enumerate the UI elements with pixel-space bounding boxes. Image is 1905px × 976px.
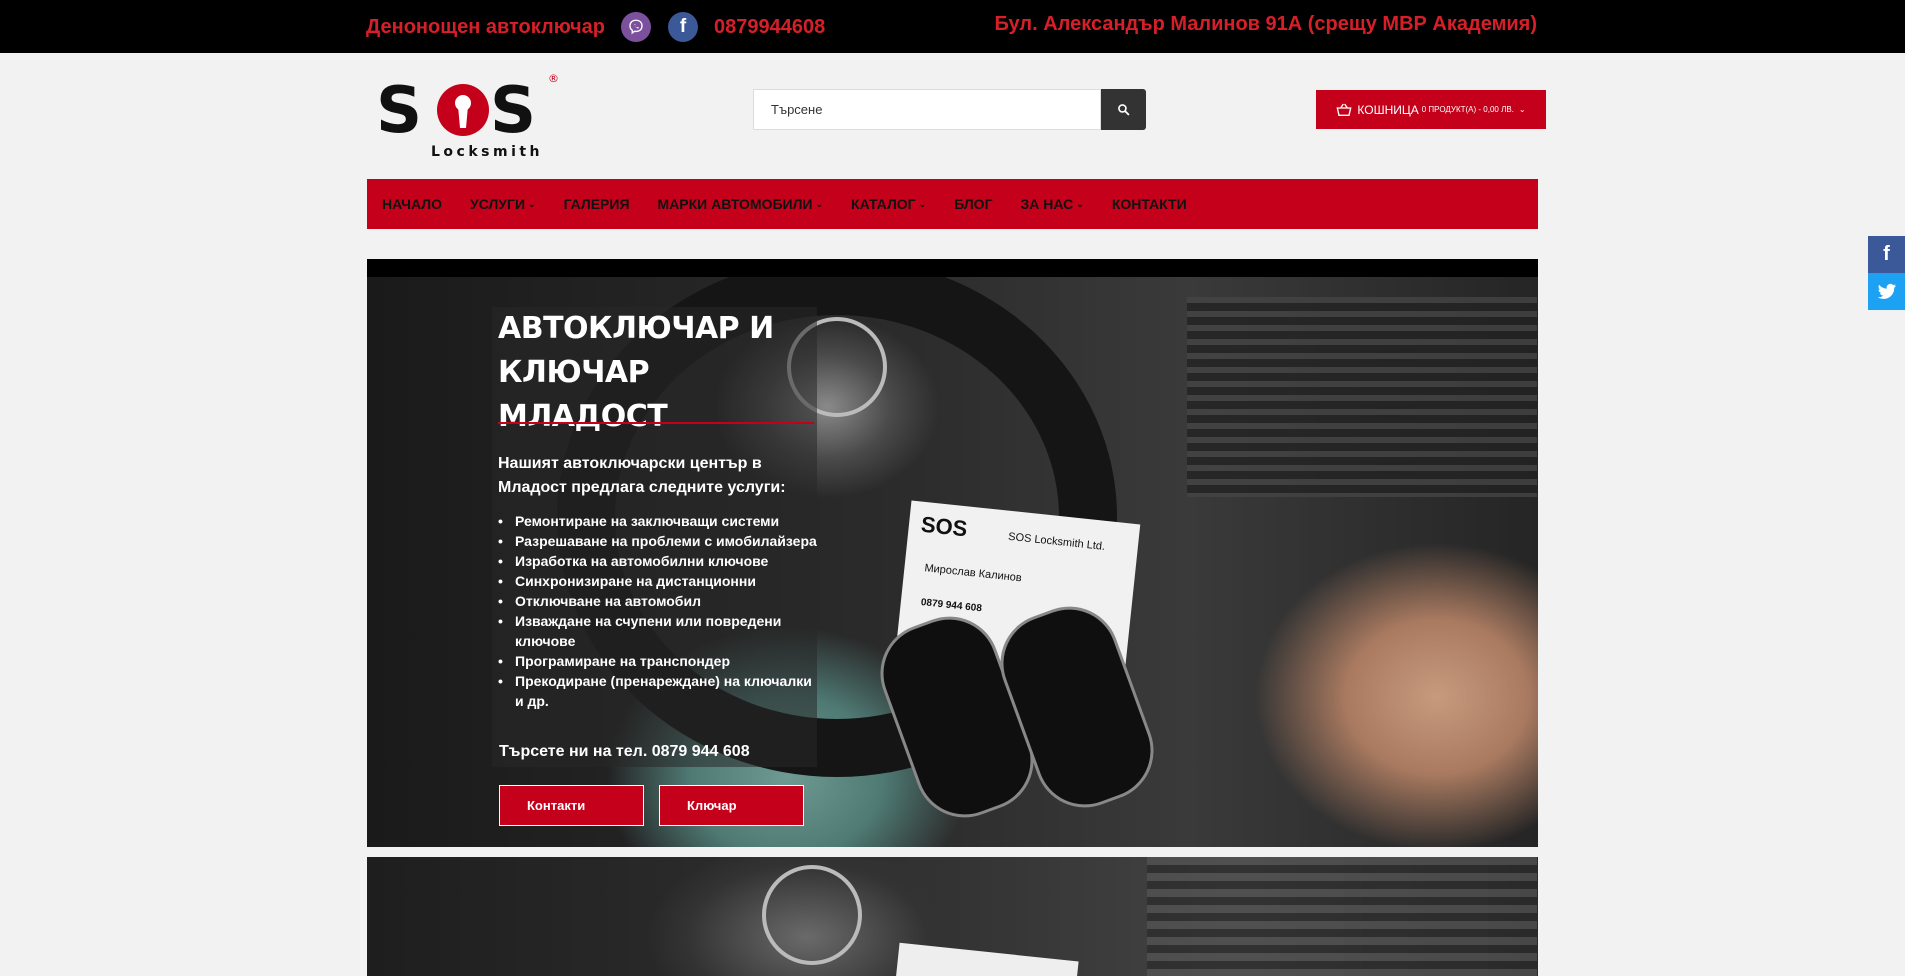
dashboard-image (1147, 857, 1537, 976)
list-item: Синхронизиране на дистанционни (498, 571, 818, 591)
mercedes-emblem-image (762, 865, 862, 965)
nav-item-label: НАЧАЛО (382, 196, 442, 212)
nav-item-label: ГАЛЕРИЯ (563, 196, 630, 212)
nav-item-gallery[interactable]: ГАЛЕРИЯ (564, 196, 630, 212)
hero-phone: Търсете ни на тел. 0879 944 608 (499, 743, 750, 760)
chevron-down-icon: ⌄ (1518, 105, 1526, 114)
nav-item-label: ЗА НАС (1020, 196, 1074, 212)
viber-icon[interactable] (620, 12, 651, 42)
list-item: Изваждане на счупени или повредени ключо… (498, 611, 818, 651)
nav-item-services[interactable]: УСЛУГИ ⌄ (470, 196, 536, 212)
hero-top-strip (367, 259, 1538, 278)
nav-item-label: МАРКИ АВТОМОБИЛИ (657, 196, 813, 212)
business-card-image (895, 942, 1079, 976)
card-phone: 0879 944 608 (920, 597, 983, 615)
list-item: Програмиране на транспондер (498, 651, 818, 671)
nav-item-car-brands[interactable]: МАРКИ АВТОМОБИЛИ ⌄ (658, 196, 824, 212)
top-bar-left: Денонощен автоключар f 0879944608 (366, 12, 825, 42)
svg-text:S: S (490, 74, 534, 148)
hero-slide-2 (367, 857, 1538, 976)
basket-icon (1336, 103, 1352, 116)
cart-label: КОШНИЦА (1357, 102, 1419, 117)
list-item: Изработка на автомобилни ключове (498, 551, 818, 571)
hero-title-line: АВТОКЛЮЧАР И (498, 311, 774, 346)
nav-item-label: БЛОГ (954, 196, 993, 212)
list-item: Прекодиране (пренареждане) на ключалки и… (498, 671, 818, 711)
nav-item-home[interactable]: НАЧАЛО (382, 196, 442, 212)
services-list: Ремонтиране на заключващи системи Разреш… (498, 511, 818, 711)
caret-down-icon: ⌄ (918, 198, 927, 209)
card-logo: SOS (919, 511, 969, 542)
caret-down-icon: ⌄ (1076, 198, 1084, 209)
hero-title: АВТОКЛЮЧАР И КЛЮЧАР МЛАДОСТ (498, 307, 828, 439)
top-bar-address: Бул. Александър Малинов 91А (срещу МВР А… (994, 13, 1537, 35)
facebook-share-icon[interactable]: f (1868, 236, 1905, 273)
top-bar-title: Денонощен автоключар (366, 15, 605, 38)
list-item: Ремонтиране на заключващи системи (498, 511, 818, 531)
nav-item-label: КОНТАКТИ (1111, 196, 1187, 212)
top-bar-phone[interactable]: 0879944608 (714, 16, 825, 39)
nav-item-contacts[interactable]: КОНТАКТИ (1112, 196, 1187, 212)
caret-down-icon: ⌄ (528, 198, 536, 209)
search-button[interactable] (1101, 89, 1146, 130)
list-item: Разрешаване на проблеми с имобилайзера (498, 531, 818, 551)
card-company: SOS Locksmith Ltd. (1007, 530, 1106, 553)
top-bar: Денонощен автоключар f 0879944608 Бул. А… (0, 0, 1905, 53)
site-logo[interactable]: S S ® Locksmith (368, 68, 568, 168)
main-nav: НАЧАЛО УСЛУГИ ⌄ ГАЛЕРИЯ МАРКИ АВТОМОБИЛИ ⌄… (367, 179, 1538, 229)
list-item: Отключване на автомобил (498, 591, 818, 611)
facebook-icon[interactable]: f (667, 12, 698, 42)
twitter-share-icon[interactable] (1868, 273, 1905, 310)
locksmith-button[interactable]: Ключар (659, 785, 804, 826)
nav-item-label: УСЛУГИ (470, 196, 526, 212)
search-icon (1118, 104, 1130, 116)
nav-item-catalog[interactable]: КАТАЛОГ ⌄ (851, 196, 926, 212)
registered-mark: ® (548, 72, 559, 85)
contacts-button[interactable]: Контакти (499, 785, 644, 826)
search-bar (753, 89, 1146, 130)
cart-button[interactable]: КОШНИЦА 0 ПРОДУКТ(А) - 0,00 ЛВ. ⌄ (1316, 90, 1546, 129)
hero-divider (498, 422, 814, 424)
nav-item-blog[interactable]: БЛОГ (954, 196, 992, 212)
card-person: Мирослав Калинов (923, 562, 1023, 585)
dashboard-image (1187, 297, 1537, 497)
logo-tagline: Locksmith (431, 144, 543, 160)
search-input[interactable] (753, 89, 1101, 130)
nav-item-label: КАТАЛОГ (851, 196, 916, 212)
cart-info: 0 ПРОДУКТ(А) - 0,00 ЛВ. (1421, 105, 1514, 114)
hero-intro: Нашият автоключарски център в Младост пр… (498, 455, 786, 496)
hero-slide: SOS SOS Locksmith Ltd. Мирослав Калинов … (367, 277, 1538, 847)
caret-down-icon: ⌄ (815, 198, 824, 209)
svg-text:S: S (376, 74, 420, 148)
nav-item-about[interactable]: ЗА НАС ⌄ (1021, 196, 1084, 212)
